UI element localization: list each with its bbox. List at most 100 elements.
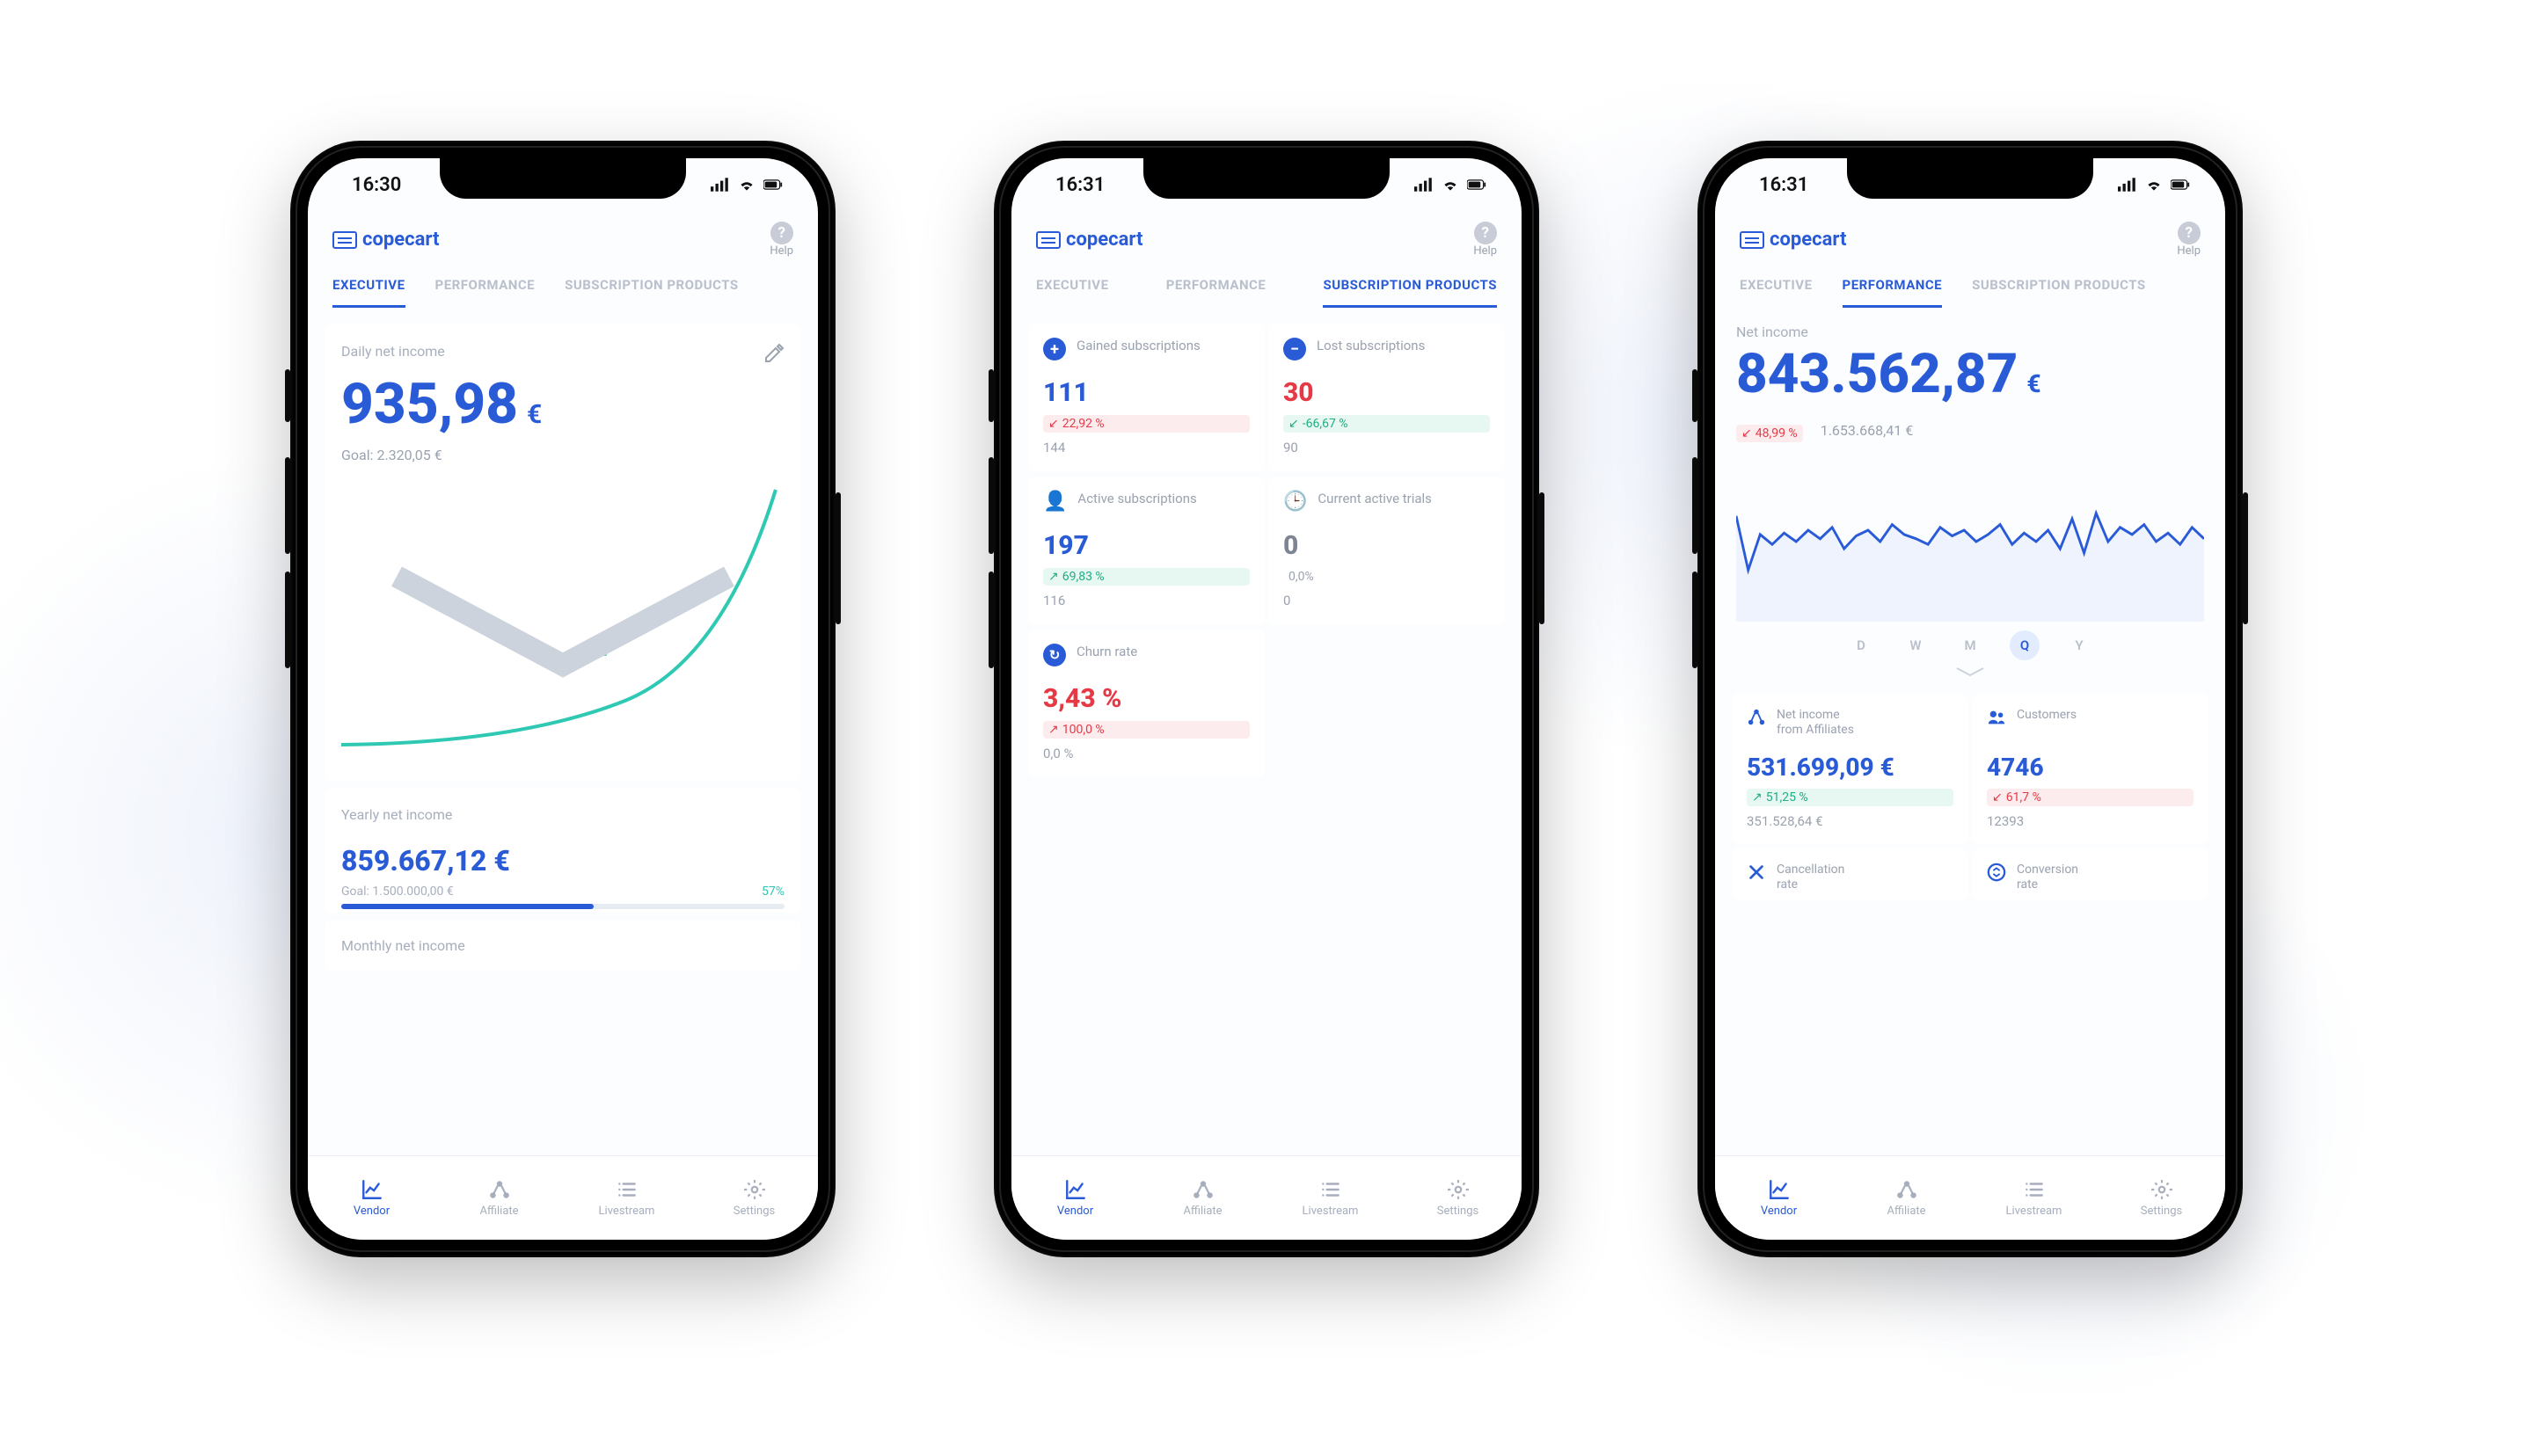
tabs: EXECUTIVE PERFORMANCE SUBSCRIPTION PRODU…: [308, 265, 818, 308]
x-icon: [1747, 863, 1766, 882]
nav-settings[interactable]: Settings: [1394, 1156, 1522, 1240]
range-q[interactable]: Q: [2010, 630, 2040, 660]
trials-delta: 0,0%: [1283, 568, 1490, 586]
range-m[interactable]: M: [1955, 630, 1985, 660]
clock: 16:31: [1055, 174, 1105, 196]
affiliate-value: 531.699,09 €: [1747, 753, 1953, 782]
customers-value: 4746: [1987, 753, 2194, 782]
yearly-goal: Goal: 1.500.000,00 €: [341, 885, 454, 899]
card-active-subscriptions[interactable]: 👤 Active subscriptions 197 ↗ 69,83 % 116: [1029, 477, 1264, 624]
help-button[interactable]: ? Help: [1473, 222, 1497, 258]
card-lost-subscriptions[interactable]: − Lost subscriptions 30 ↙ -66,67 % 90: [1269, 324, 1504, 471]
range-w[interactable]: W: [1901, 630, 1931, 660]
tab-performance[interactable]: PERFORMANCE: [1166, 277, 1266, 308]
edit-icon[interactable]: [763, 343, 785, 364]
tab-subscription[interactable]: SUBSCRIPTION PRODUCTS: [1323, 277, 1497, 308]
card-conversion-rate[interactable]: Conversionrate: [1973, 848, 2208, 899]
range-d[interactable]: D: [1846, 630, 1876, 660]
card-empty: [1269, 630, 1504, 777]
churn-prev: 0,0 %: [1043, 746, 1250, 761]
plus-icon: +: [1043, 338, 1066, 360]
nav-vendor[interactable]: Vendor: [1715, 1156, 1843, 1240]
battery-icon: [2171, 178, 2190, 192]
daily-amount: 935,98 €: [341, 376, 785, 433]
daily-goal: Goal: 2.320,05 €: [341, 447, 785, 463]
chart-line-icon: [1766, 1178, 1792, 1201]
gained-value: 111: [1043, 377, 1250, 408]
customers-prev: 12393: [1987, 813, 2194, 829]
active-prev: 116: [1043, 593, 1250, 608]
yearly-pct: 57%: [762, 885, 785, 899]
card-affiliate-income[interactable]: Net incomefrom Affiliates 531.699,09 € ↗…: [1733, 694, 1967, 843]
nav-affiliate[interactable]: Affiliate: [435, 1156, 563, 1240]
brand-logo[interactable]: copecart: [1740, 229, 1846, 251]
brand-logo[interactable]: copecart: [332, 229, 439, 251]
range-y[interactable]: Y: [2064, 630, 2094, 660]
help-icon: ?: [2178, 222, 2201, 244]
card-gained-subscriptions[interactable]: + Gained subscriptions 111 ↙ 22,92 % 144: [1029, 324, 1264, 471]
status-icons: [1414, 178, 1486, 192]
battery-icon: [1467, 178, 1486, 192]
minus-icon: −: [1283, 338, 1306, 360]
daily-income-card: Daily net income 935,98 € Goal: 2.320,05…: [325, 324, 800, 782]
yearly-income-card: Yearly net income 859.667,12 € Goal: 1.5…: [325, 789, 800, 913]
card-cancellation-rate[interactable]: Cancellationrate: [1733, 848, 1967, 899]
gear-icon: [741, 1178, 768, 1201]
logo-icon: [1036, 231, 1061, 249]
notch: [1847, 158, 2093, 199]
status-icons: [2118, 178, 2190, 192]
nav-settings[interactable]: Settings: [690, 1156, 818, 1240]
lost-prev: 90: [1283, 440, 1490, 455]
help-button[interactable]: ? Help: [2177, 222, 2201, 258]
tab-performance[interactable]: PERFORMANCE: [435, 277, 536, 308]
lost-delta: ↙ -66,67 %: [1283, 415, 1490, 433]
churn-value: 3,43 %: [1043, 683, 1250, 714]
card-customers[interactable]: Customers 4746 ↙ 61,7 % 12393: [1973, 694, 2208, 843]
tab-subscription[interactable]: SUBSCRIPTION PRODUCTS: [1972, 277, 2146, 308]
phone-executive: 16:30 copecart ? Help EXECUTIVE: [290, 141, 836, 1257]
net-income-label: Net income: [1736, 324, 1808, 340]
nodes-icon: [1894, 1178, 1920, 1201]
lost-value: 30: [1283, 377, 1490, 408]
tab-executive[interactable]: EXECUTIVE: [1740, 277, 1813, 308]
nav-settings[interactable]: Settings: [2098, 1156, 2225, 1240]
nav-livestream[interactable]: Livestream: [1970, 1156, 2098, 1240]
range-picker: D W M Q Y: [1736, 630, 2204, 660]
chevron-down-icon[interactable]: [341, 476, 785, 766]
bottom-nav: Vendor Affiliate Livestream Settings: [308, 1155, 818, 1240]
nav-livestream[interactable]: Livestream: [563, 1156, 690, 1240]
net-income-chart[interactable]: [1736, 463, 2204, 622]
chart-line-icon: [1062, 1178, 1089, 1201]
chevron-down-icon[interactable]: [1953, 666, 1988, 678]
customers-delta: ↙ 61,7 %: [1987, 789, 2194, 806]
tab-subscription[interactable]: SUBSCRIPTION PRODUCTS: [565, 277, 739, 308]
signal-icon: [1414, 178, 1434, 192]
refresh-icon: ↻: [1043, 644, 1066, 666]
nav-vendor[interactable]: Vendor: [308, 1156, 435, 1240]
list-icon: [2021, 1178, 2048, 1201]
logo-icon: [332, 231, 357, 249]
help-label: Help: [770, 244, 793, 258]
signal-icon: [711, 178, 730, 192]
brand-logo[interactable]: copecart: [1036, 229, 1142, 251]
card-churn-rate[interactable]: ↻ Churn rate 3,43 % ↗ 100,0 % 0,0 %: [1029, 630, 1264, 777]
help-button[interactable]: ? Help: [770, 222, 793, 258]
card-current-trials[interactable]: 🕒 Current active trials 0 0,0% 0: [1269, 477, 1504, 624]
logo-icon: [1740, 231, 1764, 249]
tab-executive[interactable]: EXECUTIVE: [1036, 277, 1109, 308]
phone-subscription: 16:31 copecart ? Help EXECUTIVE: [994, 141, 1539, 1257]
wifi-icon: [737, 178, 756, 192]
nodes-icon: [1190, 1178, 1216, 1201]
clock: 16:31: [1759, 174, 1808, 196]
trials-prev: 0: [1283, 593, 1490, 608]
nav-vendor[interactable]: Vendor: [1011, 1156, 1139, 1240]
tab-performance[interactable]: PERFORMANCE: [1843, 277, 1943, 308]
notch: [440, 158, 686, 199]
affiliate-delta: ↗ 51,25 %: [1747, 789, 1953, 806]
nav-livestream[interactable]: Livestream: [1266, 1156, 1394, 1240]
active-delta: ↗ 69,83 %: [1043, 568, 1250, 586]
nav-affiliate[interactable]: Affiliate: [1843, 1156, 1970, 1240]
tab-executive[interactable]: EXECUTIVE: [332, 277, 405, 308]
gained-delta: ↙ 22,92 %: [1043, 415, 1250, 433]
nav-affiliate[interactable]: Affiliate: [1139, 1156, 1266, 1240]
